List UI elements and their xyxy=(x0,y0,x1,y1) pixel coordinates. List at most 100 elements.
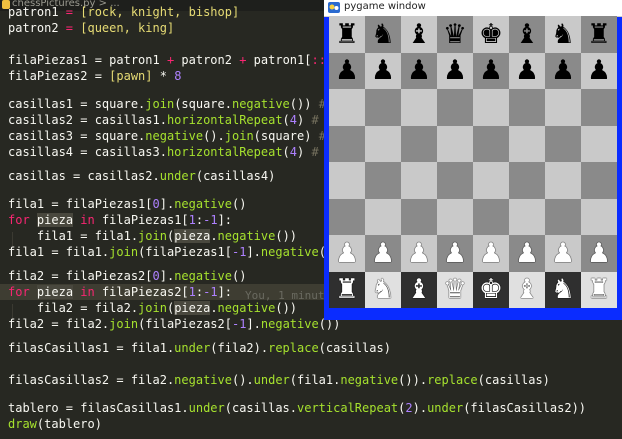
board-square xyxy=(401,198,437,235)
code-line[interactable]: draw(tablero) xyxy=(8,416,102,432)
code-line[interactable]: casillas4 = casillas3.horizontalRepeat(4… xyxy=(8,144,362,160)
code-line[interactable]: filaPiezas1 = patron1 + patron2 + patron… xyxy=(8,52,348,68)
board-square xyxy=(401,89,437,126)
code-line[interactable]: filaPiezas2 = [pawn] * 8 xyxy=(8,68,181,84)
white-pawn-icon: ♟ xyxy=(586,237,612,269)
board-square: ♞ xyxy=(365,271,401,308)
board-square xyxy=(473,125,509,162)
board-square: ♟ xyxy=(365,52,401,89)
white-rook-icon: ♜ xyxy=(586,274,612,306)
board-square: ♞ xyxy=(365,16,401,53)
code-token: fila2 = fila2. xyxy=(8,317,110,331)
black-knight-icon: ♞ xyxy=(550,18,576,50)
code-line[interactable]: filasCasillas1 = fila1.under(fila2).repl… xyxy=(8,340,391,356)
white-pawn-icon: ♟ xyxy=(406,237,432,269)
code-token: in xyxy=(80,285,95,299)
code-token: join xyxy=(145,97,175,111)
code-token: [pawn] xyxy=(109,69,153,83)
code-line[interactable]: casillas3 = square.negative().join(squar… xyxy=(8,128,362,144)
code-line[interactable]: fila2 = fila2.join(pieza.negative()) xyxy=(8,300,297,316)
code-token: join xyxy=(138,301,167,315)
board-square xyxy=(509,125,545,162)
board-square xyxy=(365,125,401,162)
code-token: ( xyxy=(282,145,290,159)
code-token: ]: xyxy=(217,285,233,299)
code-token: (). xyxy=(203,129,225,143)
code-token: ]. xyxy=(159,269,175,283)
board-square: ♟ xyxy=(401,52,437,89)
pygame-window-title: pygame window xyxy=(344,1,426,12)
code-token: filasCasillas1 = fila1. xyxy=(8,341,175,355)
code-line[interactable]: casillas1 = square.join(square.negative(… xyxy=(8,96,362,112)
code-token: under xyxy=(427,401,464,415)
board-square: ♚ xyxy=(473,271,509,308)
code-token: filaPiezas2 = xyxy=(8,69,110,83)
code-token: -1 xyxy=(231,317,247,331)
pygame-title-bar[interactable]: pygame window xyxy=(324,0,622,17)
board-square: ♛ xyxy=(437,16,473,53)
pygame-window[interactable]: pygame window ♜ ♞ ♝ ♛ ♚ ♝ ♞ ♜ ♟ ♟ ♟ ♟ ♟ ♟ ♟ ♟ ♟ ♟ ♟ ♟ ♟ ♟ ♟ ♟ ♜ ♞… xyxy=(324,0,622,320)
board-square xyxy=(365,198,401,235)
code-line[interactable]: fila1 = fila1.join(pieza.negative()) xyxy=(8,228,297,244)
code-token: replace xyxy=(268,341,319,355)
code-line[interactable]: filasCasillas2 = fila2.negative().under(… xyxy=(8,372,550,388)
code-line[interactable]: fila2 = fila2.join(filaPiezas2[-1].negat… xyxy=(8,316,340,332)
code-token: -1 xyxy=(203,213,218,227)
board-square xyxy=(365,162,401,199)
code-token: (square. xyxy=(174,97,232,111)
board-square xyxy=(437,125,473,162)
white-knight-icon: ♞ xyxy=(370,274,396,306)
code-token: 4 xyxy=(289,113,298,127)
code-token: (casillas4) xyxy=(195,169,276,183)
code-token: patron1 xyxy=(8,5,66,19)
code-token: ) xyxy=(297,113,312,127)
white-queen-icon: ♛ xyxy=(442,274,468,306)
board-square xyxy=(437,89,473,126)
code-token: ]. xyxy=(246,245,261,259)
board-square: ♟ xyxy=(545,52,581,89)
board-square xyxy=(329,125,365,162)
code-line[interactable]: casillas2 = casillas1.horizontalRepeat(4… xyxy=(8,112,362,128)
code-token: . xyxy=(210,229,218,243)
code-line[interactable]: patron1 = [rock, knight, bishop] xyxy=(8,4,239,20)
code-token: 1 xyxy=(188,213,196,227)
code-token: 2 xyxy=(405,401,413,415)
white-knight-icon: ♞ xyxy=(550,274,576,306)
chess-board: ♜ ♞ ♝ ♛ ♚ ♝ ♞ ♜ ♟ ♟ ♟ ♟ ♟ ♟ ♟ ♟ ♟ ♟ ♟ ♟ ♟ ♟ ♟ ♟ ♜ ♞ ♝ ♛ ♚ ♝ ♞ ♜ xyxy=(329,16,617,308)
code-token: 4 xyxy=(289,145,298,159)
code-token: filaPiezas1[ xyxy=(94,213,189,227)
code-token: pieza xyxy=(36,213,74,227)
board-square xyxy=(473,89,509,126)
white-pawn-icon: ♟ xyxy=(334,237,360,269)
code-token: filaPiezas1 = patron1 xyxy=(8,53,167,67)
code-line[interactable]: fila2 = filaPiezas2[0].negative() xyxy=(8,268,246,284)
code-token: * xyxy=(152,69,175,83)
white-pawn-icon: ♟ xyxy=(514,237,540,269)
code-line[interactable]: tablero = filasCasillas1.under(casillas.… xyxy=(8,400,586,416)
board-square xyxy=(365,89,401,126)
black-pawn-icon: ♟ xyxy=(406,55,432,87)
code-line[interactable]: patron2 = [queen, king] xyxy=(8,20,174,36)
code-token: (filaPiezas1[ xyxy=(138,245,232,259)
code-token: -1 xyxy=(231,245,247,259)
code-token: ) xyxy=(297,145,312,159)
board-square xyxy=(473,198,509,235)
board-square xyxy=(437,198,473,235)
code-token: for xyxy=(8,285,30,299)
code-token: negative xyxy=(340,373,399,387)
white-king-icon: ♚ xyxy=(478,274,504,306)
code-line[interactable]: casillas = casillas2.under(casillas4) xyxy=(8,168,275,184)
board-square: ♟ xyxy=(437,235,473,272)
board-square: ♝ xyxy=(509,271,545,308)
git-blame-annotation: You, 1 minut xyxy=(245,289,325,302)
board-square: ♜ xyxy=(329,16,365,53)
code-line[interactable]: fila1 = filaPiezas1[0].negative() xyxy=(8,196,246,212)
code-line[interactable]: fila1 = fila1.join(filaPiezas1[-1].negat… xyxy=(8,244,340,260)
code-token: negative xyxy=(231,97,290,111)
board-square: ♟ xyxy=(365,235,401,272)
board-square xyxy=(509,162,545,199)
code-line[interactable]: for pieza in filaPiezas1[1:-1]: xyxy=(8,212,232,228)
code-token: ()). xyxy=(398,373,428,387)
code-token: (filaPiezas2[ xyxy=(138,317,232,331)
board-square xyxy=(581,198,617,235)
